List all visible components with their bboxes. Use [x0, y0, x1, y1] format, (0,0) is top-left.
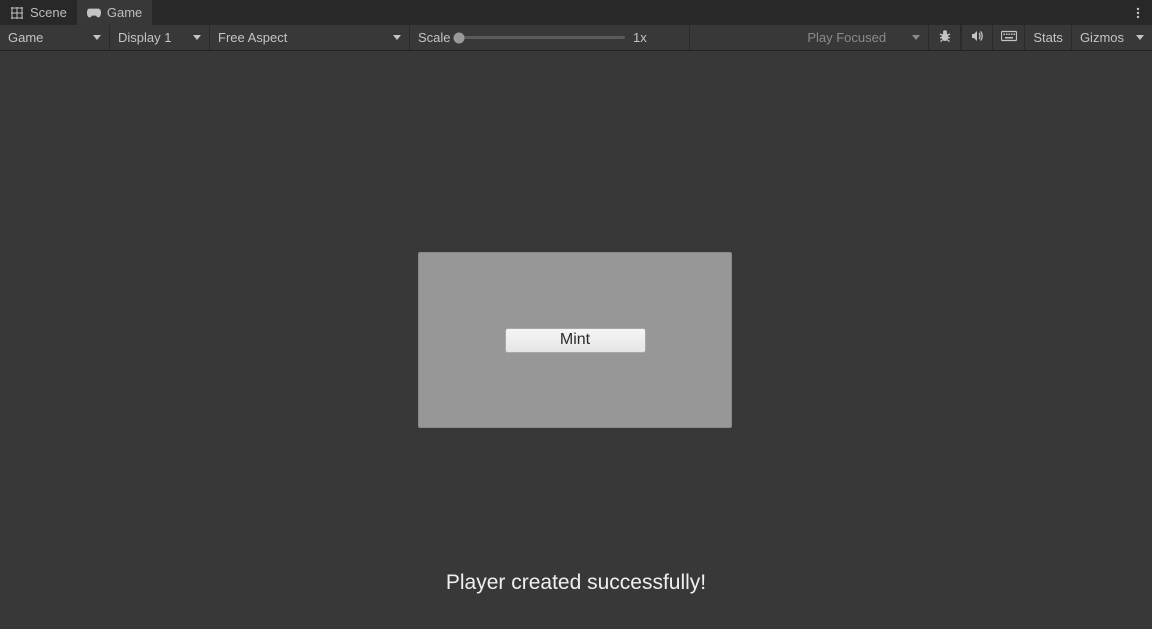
chevron-down-icon	[912, 35, 920, 40]
keyboard-icon	[1001, 30, 1017, 45]
bug-icon	[938, 29, 952, 46]
scale-label: Scale	[418, 30, 451, 45]
tab-scene[interactable]: Scene	[0, 0, 77, 25]
scale-control: Scale 1x	[410, 25, 690, 50]
chevron-down-icon	[1136, 35, 1144, 40]
gizmos-dropdown[interactable]: Gizmos	[1072, 25, 1152, 50]
display-dropdown-label: Display 1	[118, 30, 171, 45]
scale-slider-thumb[interactable]	[453, 32, 464, 43]
play-focused-dropdown[interactable]: Play Focused	[799, 25, 929, 50]
tab-bar: Scene Game	[0, 0, 1152, 25]
mute-audio-button[interactable]	[961, 25, 993, 50]
display-dropdown[interactable]: Display 1	[110, 25, 210, 50]
ui-panel: Mint	[418, 252, 732, 428]
mint-button-label: Mint	[560, 331, 590, 349]
debug-button[interactable]	[929, 25, 961, 50]
scale-slider[interactable]	[459, 31, 625, 45]
chevron-down-icon	[93, 35, 101, 40]
status-text: Player created successfully!	[0, 571, 1152, 595]
game-toolbar: Game Display 1 Free Aspect Scale 1x Play…	[0, 25, 1152, 51]
tab-game-label: Game	[107, 5, 142, 20]
chevron-down-icon	[393, 35, 401, 40]
aspect-dropdown[interactable]: Free Aspect	[210, 25, 410, 50]
game-viewport: Mint Player created successfully!	[0, 51, 1152, 629]
scale-value: 1x	[633, 30, 681, 45]
aspect-dropdown-label: Free Aspect	[218, 30, 287, 45]
camera-dropdown-label: Game	[8, 30, 43, 45]
tab-scene-label: Scene	[30, 5, 67, 20]
tab-game[interactable]: Game	[77, 0, 152, 25]
stats-button[interactable]: Stats	[1025, 25, 1072, 50]
mint-button[interactable]: Mint	[505, 328, 646, 353]
input-debug-button[interactable]	[993, 25, 1025, 50]
tab-overflow-menu[interactable]	[1124, 0, 1152, 25]
chevron-down-icon	[193, 35, 201, 40]
gizmos-label: Gizmos	[1080, 30, 1124, 45]
speaker-icon	[970, 29, 984, 46]
camera-dropdown[interactable]: Game	[0, 25, 110, 50]
grid-icon	[10, 6, 24, 20]
gamepad-icon	[87, 6, 101, 20]
toolbar-spacer	[690, 25, 799, 50]
play-focused-label: Play Focused	[807, 30, 886, 45]
stats-label: Stats	[1033, 30, 1063, 45]
